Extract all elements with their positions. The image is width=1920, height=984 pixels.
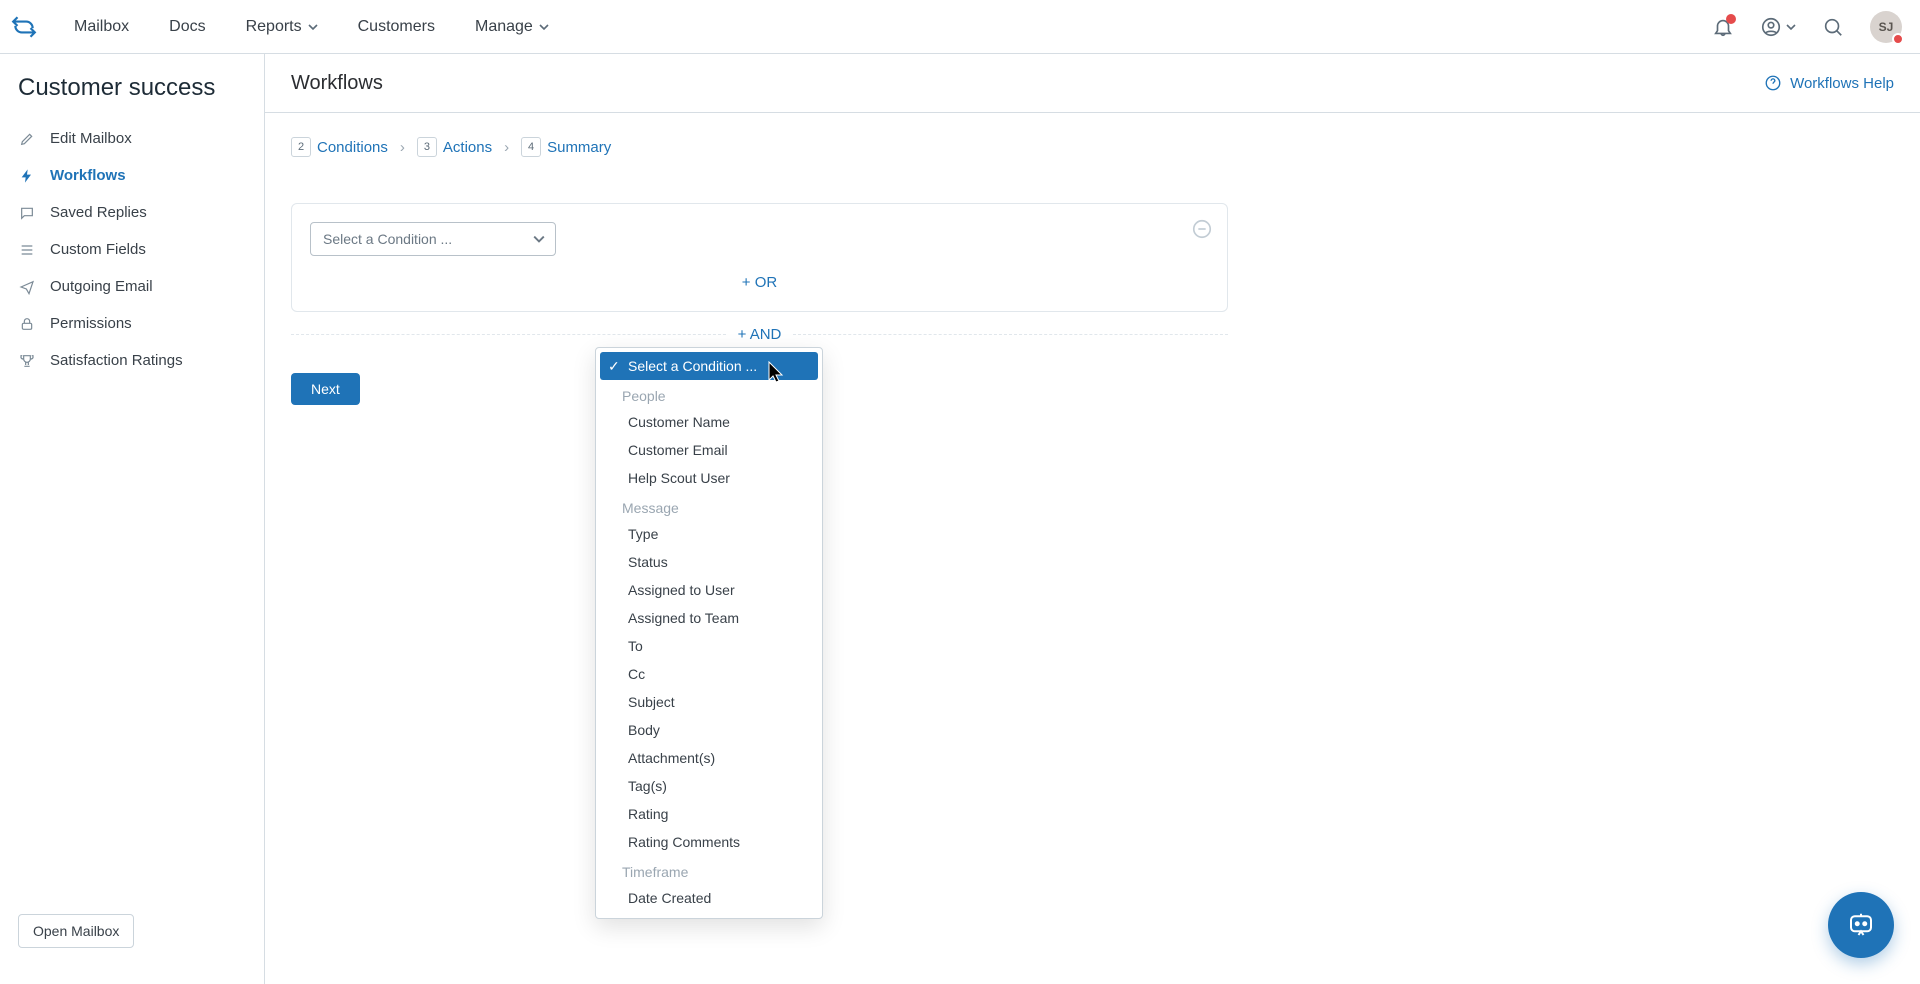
step-conditions[interactable]: 2Conditions <box>291 137 388 157</box>
sidebar-item-edit-mailbox[interactable]: Edit Mailbox <box>0 120 264 157</box>
notifications-button[interactable] <box>1712 16 1734 38</box>
dropdown-option-attachments[interactable]: Attachment(s) <box>600 744 818 772</box>
send-icon <box>18 279 36 295</box>
dropdown-option-to[interactable]: To <box>600 632 818 660</box>
dropdown-group-message: Message <box>600 492 818 520</box>
content: 2Conditions › 3Actions › 4Summary Select… <box>265 113 1920 429</box>
add-or-button[interactable]: + OR <box>742 274 777 291</box>
chevron-right-icon: › <box>504 139 509 156</box>
nav-docs[interactable]: Docs <box>151 0 223 54</box>
sidebar-item-permissions[interactable]: Permissions <box>0 305 264 342</box>
lightning-icon <box>18 168 36 184</box>
sidebar-item-outgoing-email[interactable]: Outgoing Email <box>0 268 264 305</box>
pencil-icon <box>18 131 36 147</box>
dropdown-option-assigned-team[interactable]: Assigned to Team <box>600 604 818 632</box>
dropdown-option-body[interactable]: Body <box>600 716 818 744</box>
chevron-down-icon <box>308 22 318 32</box>
and-separator: + AND <box>291 326 1228 343</box>
add-and-button[interactable]: + AND <box>726 326 794 343</box>
dropdown-option-subject[interactable]: Subject <box>600 688 818 716</box>
main: Workflows Workflows Help 2Conditions › 3… <box>265 54 1920 984</box>
nav-reports[interactable]: Reports <box>228 0 336 54</box>
list-icon <box>18 242 36 258</box>
topbar: Mailbox Docs Reports Customers Manage SJ <box>0 0 1920 54</box>
sidebar-item-workflows[interactable]: Workflows <box>0 157 264 194</box>
dropdown-option-customer-name[interactable]: Customer Name <box>600 408 818 436</box>
step-actions[interactable]: 3Actions <box>417 137 492 157</box>
dropdown-option-select-condition[interactable]: ✓ Select a Condition ... <box>600 352 818 380</box>
dropdown-option-type[interactable]: Type <box>600 520 818 548</box>
presence-dot-icon <box>1892 33 1904 45</box>
cursor-icon <box>768 361 784 383</box>
dropdown-option-rating-comments[interactable]: Rating Comments <box>600 828 818 856</box>
step-breadcrumb: 2Conditions › 3Actions › 4Summary <box>291 137 1894 157</box>
notification-dot-icon <box>1726 14 1736 24</box>
page-title: Workflows <box>291 72 383 95</box>
chevron-down-icon <box>533 233 545 245</box>
nav-manage[interactable]: Manage <box>457 0 567 54</box>
sidebar-item-saved-replies[interactable]: Saved Replies <box>0 194 264 231</box>
trophy-icon <box>18 353 36 369</box>
dropdown-option-status[interactable]: Status <box>600 548 818 576</box>
lock-icon <box>18 316 36 332</box>
avatar[interactable]: SJ <box>1870 11 1902 43</box>
check-icon: ✓ <box>608 358 620 375</box>
chat-icon <box>18 205 36 221</box>
open-mailbox-button[interactable]: Open Mailbox <box>18 914 134 948</box>
dropdown-option-customer-email[interactable]: Customer Email <box>600 436 818 464</box>
dropdown-option-help-scout-user[interactable]: Help Scout User <box>600 464 818 492</box>
dropdown-option-tags[interactable]: Tag(s) <box>600 772 818 800</box>
chevron-down-icon <box>539 22 549 32</box>
condition-select[interactable]: Select a Condition ... <box>310 222 556 256</box>
account-menu[interactable] <box>1760 16 1796 38</box>
dropdown-option-cc[interactable]: Cc <box>600 660 818 688</box>
topbar-right: SJ <box>1712 11 1902 43</box>
sidebar: Customer success Edit Mailbox Workflows … <box>0 54 265 984</box>
condition-dropdown: ✓ Select a Condition ... People Customer… <box>595 347 823 919</box>
search-button[interactable] <box>1822 16 1844 38</box>
nav-mailbox[interactable]: Mailbox <box>56 0 147 54</box>
chevron-right-icon: › <box>400 139 405 156</box>
step-summary[interactable]: 4Summary <box>521 137 611 157</box>
app-logo[interactable] <box>10 13 38 41</box>
mailbox-title: Customer success <box>0 74 264 120</box>
top-nav: Mailbox Docs Reports Customers Manage <box>56 0 567 54</box>
workflows-help-link[interactable]: Workflows Help <box>1764 74 1894 92</box>
sidebar-item-satisfaction-ratings[interactable]: Satisfaction Ratings <box>0 342 264 379</box>
dropdown-group-people: People <box>600 380 818 408</box>
nav-customers[interactable]: Customers <box>340 0 453 54</box>
condition-card: Select a Condition ... + OR <box>291 203 1228 312</box>
help-icon <box>1764 74 1782 92</box>
help-chat-button[interactable] <box>1828 892 1894 958</box>
chevron-down-icon <box>1786 22 1796 32</box>
sidebar-item-custom-fields[interactable]: Custom Fields <box>0 231 264 268</box>
dropdown-option-date-created[interactable]: Date Created <box>600 884 818 912</box>
dropdown-option-assigned-user[interactable]: Assigned to User <box>600 576 818 604</box>
avatar-initials: SJ <box>1879 20 1894 34</box>
dropdown-option-waiting-since[interactable]: Waiting Since <box>600 912 818 919</box>
next-button[interactable]: Next <box>291 373 360 405</box>
dropdown-option-rating[interactable]: Rating <box>600 800 818 828</box>
remove-condition-button[interactable] <box>1191 218 1213 240</box>
page-header: Workflows Workflows Help <box>265 54 1920 113</box>
dropdown-group-timeframe: Timeframe <box>600 856 818 884</box>
